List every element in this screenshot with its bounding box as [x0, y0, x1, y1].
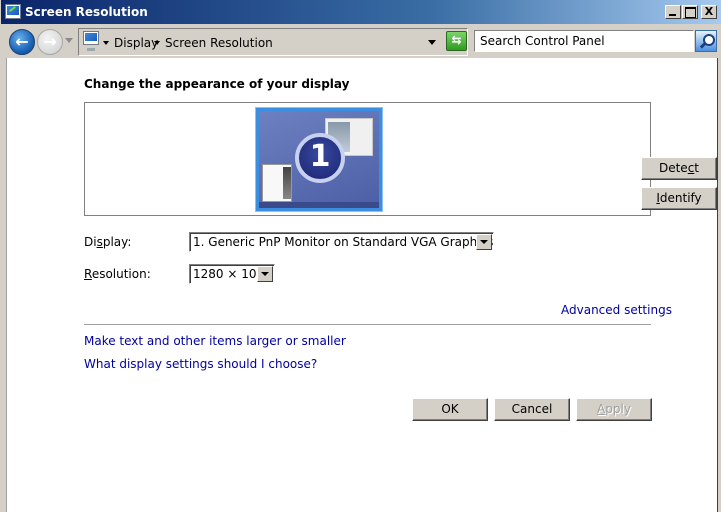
display-label-start: Di — [84, 235, 97, 249]
display-label: Display: — [84, 235, 131, 249]
ok-button[interactable]: OK — [412, 398, 488, 421]
screen-resolution-window: Screen Resolution X ← → Display Screen R… — [0, 0, 721, 512]
identify-button[interactable]: Identify — [641, 187, 717, 210]
display-settings-help-link[interactable]: What display settings should I choose? — [84, 357, 317, 371]
control-panel-icon — [83, 31, 99, 51]
breadcrumb-screen-resolution[interactable]: Screen Resolution — [165, 36, 273, 50]
search-icon[interactable] — [695, 30, 717, 52]
breadcrumb-chevron-icon[interactable] — [103, 41, 109, 45]
page-heading: Change the appearance of your display — [84, 77, 350, 91]
breadcrumb-display[interactable]: Display — [114, 36, 158, 50]
breadcrumb-chevron-icon[interactable] — [154, 41, 160, 45]
resolution-label-accel: R — [84, 267, 92, 281]
detect-label-end: t — [694, 161, 700, 175]
window-border — [717, 58, 721, 512]
display-settings-icon — [5, 4, 21, 19]
forward-arrow-icon: → — [43, 32, 57, 51]
address-bar[interactable]: Display Screen Resolution — [78, 28, 468, 56]
resolution-label: Resolution: — [84, 267, 151, 281]
detect-button[interactable]: Detect — [641, 157, 717, 180]
forward-button[interactable]: → — [37, 29, 63, 55]
refresh-button[interactable]: ⇆ — [446, 31, 467, 51]
display-select[interactable]: 1. Generic PnP Monitor on Standard VGA G… — [189, 232, 494, 252]
cancel-button[interactable]: Cancel — [494, 398, 570, 421]
detect-label: Dete — [658, 161, 688, 175]
close-button[interactable]: X — [701, 5, 717, 19]
title-bar[interactable]: Screen Resolution X — [1, 0, 721, 24]
monitor-1-thumbnail[interactable]: 1 — [256, 108, 382, 211]
chevron-down-icon[interactable] — [476, 234, 492, 250]
apply-button[interactable]: Apply — [576, 398, 652, 421]
maximize-button[interactable] — [682, 5, 698, 19]
back-button[interactable]: ← — [9, 29, 35, 55]
back-arrow-icon: ← — [15, 32, 29, 51]
resolution-label-end: esolution: — [91, 267, 151, 281]
monitor-number-badge: 1 — [295, 133, 345, 183]
display-value: 1. Generic PnP Monitor on Standard VGA G… — [193, 235, 494, 249]
navigation-bar: ← → Display Screen Resolution ⇆ Search C… — [1, 24, 721, 58]
close-icon: X — [704, 5, 714, 18]
content-area: Change the appearance of your display 1 … — [6, 58, 717, 512]
advanced-settings-link[interactable]: Advanced settings — [561, 303, 672, 317]
chevron-down-icon[interactable] — [257, 266, 273, 282]
resolution-select[interactable]: 1280 × 1024 — [189, 264, 275, 284]
divider — [84, 324, 651, 325]
mini-taskbar — [259, 202, 379, 208]
address-dropdown-icon[interactable] — [428, 40, 436, 45]
refresh-icon: ⇆ — [451, 33, 462, 47]
text-size-link[interactable]: Make text and other items larger or smal… — [84, 334, 346, 348]
display-label-end: play: — [102, 235, 132, 249]
window-title: Screen Resolution — [25, 5, 148, 19]
identify-label: dentify — [659, 191, 702, 205]
search-input[interactable]: Search Control Panel — [474, 30, 694, 52]
monitor-panel: 1 Detect Identify — [84, 102, 717, 216]
minimize-button[interactable] — [665, 5, 681, 19]
apply-label: pply — [605, 402, 631, 416]
mini-start-menu-icon — [262, 164, 292, 202]
recent-pages-dropdown[interactable] — [65, 38, 73, 43]
